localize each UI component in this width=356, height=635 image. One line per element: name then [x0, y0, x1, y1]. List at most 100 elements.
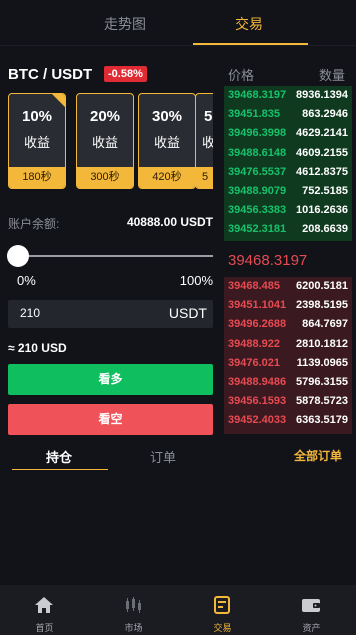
ask-price: 39488.9486 [228, 375, 287, 388]
orderbook-row[interactable]: 39476.5537 4612.8375 [224, 163, 352, 182]
orderbook-row[interactable]: 39488.922 2810.1812 [224, 335, 352, 354]
ask-price: 39452.4033 [228, 414, 287, 427]
orderbook-row[interactable]: 39452.4033 6363.5179 [224, 411, 352, 430]
tabbar-label: 资产 [302, 623, 321, 633]
card-duration: 420秒 [139, 167, 195, 188]
bottom-tab-bar: 首页 市场 交易 资产 [0, 585, 356, 635]
bid-qty: 4609.2155 [296, 146, 348, 159]
orderbook-asks: 39468.485 6200.5181 39451.1041 2398.5195 3… [224, 277, 352, 434]
bid-price: 39496.3998 [228, 127, 287, 140]
tabbar-item-assets[interactable]: 资产 [267, 585, 356, 635]
tabbar-label: 交易 [213, 623, 232, 633]
ask-qty: 864.7697 [302, 318, 348, 331]
tabbar-item-market[interactable]: 市场 [89, 585, 178, 635]
orderbook-row[interactable]: 39456.3383 1016.2636 [224, 201, 352, 220]
ask-price: 39456.1593 [228, 395, 287, 408]
tabbar-item-home[interactable]: 首页 [0, 585, 89, 635]
amount-slider-track[interactable] [18, 255, 213, 257]
ask-qty: 5878.5723 [296, 395, 348, 408]
tabbar-label: 首页 [35, 623, 54, 633]
price-change-badge: -0.58% [104, 66, 147, 82]
amount-slider-thumb[interactable] [7, 245, 29, 267]
home-icon [35, 597, 53, 613]
balance-label: 账户余额: [8, 217, 60, 231]
tabbar-label: 市场 [124, 623, 143, 633]
trade-icon [214, 596, 230, 614]
trading-pair[interactable]: BTC / USDT [8, 66, 92, 83]
amount-unit: USDT [168, 305, 207, 321]
slider-max-label: 100% [179, 273, 213, 288]
orderbook-row[interactable]: 39451.1041 2398.5195 [224, 296, 352, 315]
card-percent: 5 [204, 108, 213, 125]
ask-qty: 6363.5179 [296, 414, 348, 427]
orderbook-row[interactable]: 39488.9079 752.5185 [224, 182, 352, 201]
bid-qty: 8936.1394 [296, 89, 348, 101]
card-duration: 180秒 [9, 167, 65, 188]
buy-long-button[interactable]: 看多 [8, 364, 213, 395]
bid-qty: 752.5185 [302, 184, 348, 197]
bid-price: 39488.6148 [228, 146, 287, 159]
balance-value: 40888.00 USDT [126, 215, 213, 229]
card-label: 收益 [23, 135, 50, 150]
ask-qty: 2398.5195 [296, 299, 348, 312]
candlestick-icon [126, 597, 141, 613]
duration-card-180[interactable]: 10% 收益 180秒 [8, 93, 66, 189]
bid-price: 39451.835 [228, 108, 280, 121]
orderbook-row[interactable]: 39476.021 1139.0965 [224, 354, 352, 373]
orderbook-row[interactable]: 39452.3181 208.6639 [224, 220, 352, 239]
positions-tab-underline [12, 469, 108, 470]
orderbook-row[interactable]: 39488.9486 5796.3155 [224, 373, 352, 392]
slider-min-label: 0% [17, 273, 36, 288]
card-label: 收益 [153, 135, 180, 150]
orderbook-row[interactable]: 39488.6148 4609.2155 [224, 144, 352, 163]
card-label: 收益 [91, 135, 118, 150]
duration-card-300[interactable]: 20% 收益 300秒 [76, 93, 134, 189]
orderbook-row[interactable]: 39451.835 863.2946 [224, 105, 352, 124]
orderbook-row[interactable]: 39456.1593 5878.5723 [224, 392, 352, 411]
bid-price: 39476.5537 [228, 165, 287, 178]
tab-trend-chart[interactable]: 走势图 [104, 14, 146, 34]
ask-price: 39488.922 [228, 337, 280, 350]
bid-price: 39456.3383 [228, 204, 287, 217]
orderbook-bids: 39468.3197 8936.1394 39451.835 863.2946 39… [224, 86, 352, 241]
duration-card-420[interactable]: 30% 收益 420秒 [138, 93, 196, 189]
sell-short-button[interactable]: 看空 [8, 404, 213, 435]
ask-price: 39476.021 [228, 356, 280, 369]
amount-input[interactable] [20, 306, 160, 320]
bid-qty: 208.6639 [302, 223, 348, 236]
bid-qty: 1016.2636 [296, 204, 348, 217]
ask-qty: 5796.3155 [296, 375, 348, 388]
orderbook-qty-header: 数量 [319, 68, 346, 83]
ask-price: 39496.2688 [228, 318, 287, 331]
orderbook-row[interactable]: 39496.3998 4629.2141 [224, 124, 352, 143]
duration-cards: 10% 收益 180秒 20% 收益 300秒 30% 收益 420秒 5 收 … [8, 93, 213, 189]
tab-positions[interactable]: 持仓 [46, 447, 72, 466]
bid-price: 39452.3181 [228, 223, 287, 236]
orderbook-row[interactable]: 39468.3197 8936.1394 [224, 86, 352, 105]
bid-qty: 4612.8375 [296, 165, 348, 178]
ask-price: 39451.1041 [228, 299, 287, 312]
bid-price: 39468.3197 [228, 89, 287, 101]
ask-price: 39468.485 [228, 280, 280, 292]
wallet-icon [302, 599, 320, 612]
card-duration: 5 [196, 167, 213, 188]
selected-check-icon [52, 94, 65, 107]
orderbook-price-header: 价格 [228, 68, 255, 83]
bid-qty: 4629.2141 [296, 127, 348, 140]
approx-usd-value: ≈ 210 USD [8, 341, 67, 355]
bid-price: 39488.9079 [228, 184, 287, 197]
active-tab-underline [193, 43, 308, 45]
orderbook-row[interactable]: 39496.2688 864.7697 [224, 315, 352, 334]
card-duration: 300秒 [77, 167, 133, 188]
all-orders-link[interactable]: 全部订单 [294, 447, 342, 464]
orderbook-row[interactable]: 39468.485 6200.5181 [224, 277, 352, 296]
card-percent: 20% [89, 108, 121, 125]
tab-trade[interactable]: 交易 [235, 14, 263, 34]
bid-qty: 863.2946 [302, 108, 348, 121]
card-percent: 30% [151, 108, 183, 125]
tab-orders[interactable]: 订单 [150, 447, 176, 466]
duration-card-partial[interactable]: 5 收 5 [195, 93, 213, 189]
ask-qty: 1139.0965 [296, 356, 348, 369]
amount-field[interactable]: USDT [8, 300, 213, 328]
tabbar-item-trade[interactable]: 交易 [178, 585, 267, 635]
